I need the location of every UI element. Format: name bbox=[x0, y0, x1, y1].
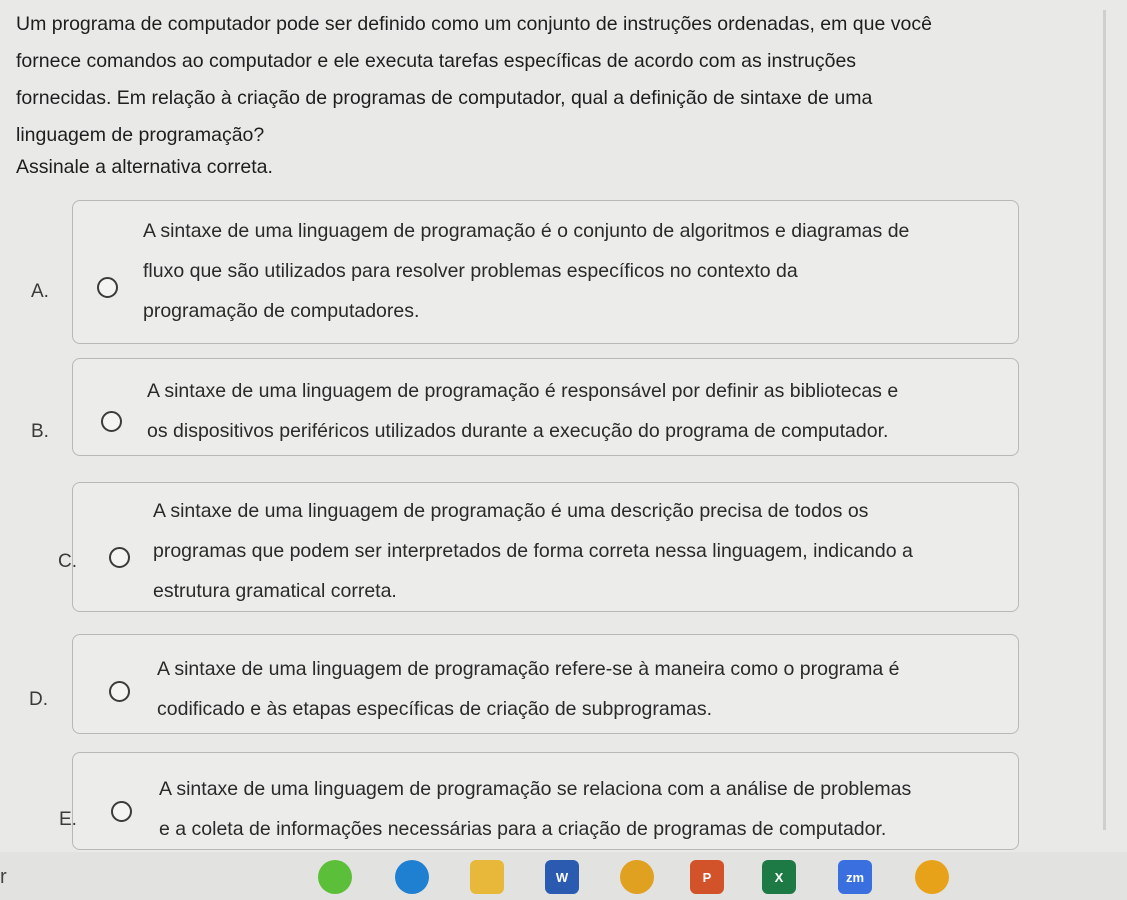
option-letter: C. bbox=[58, 551, 77, 572]
green-app-icon[interactable] bbox=[318, 860, 352, 894]
word-icon[interactable]: W bbox=[545, 860, 579, 894]
radio-button-a[interactable] bbox=[97, 277, 118, 298]
question-text: Um programa de computador pode ser defin… bbox=[16, 6, 1056, 154]
radio-button-d[interactable] bbox=[109, 681, 130, 702]
option-b[interactable]: B. A sintaxe de uma linguagem de program… bbox=[31, 358, 1019, 456]
option-text: A sintaxe de uma linguagem de programaçã… bbox=[153, 500, 913, 602]
edge-text: r bbox=[0, 866, 7, 888]
edge-browser-icon[interactable] bbox=[395, 860, 429, 894]
question-line: linguagem de programação? bbox=[16, 124, 265, 146]
question-line: fornece comandos ao computador e ele exe… bbox=[16, 50, 857, 72]
zoom-icon[interactable]: zm bbox=[838, 860, 872, 894]
right-divider bbox=[1103, 10, 1106, 830]
option-c[interactable]: C. A sintaxe de uma linguagem de program… bbox=[58, 482, 1019, 612]
option-letter: B. bbox=[31, 421, 49, 442]
option-letter: A. bbox=[31, 281, 49, 302]
option-text: A sintaxe de uma linguagem de programaçã… bbox=[143, 220, 910, 322]
chrome-icon[interactable] bbox=[620, 860, 654, 894]
option-e[interactable]: E. A sintaxe de uma linguagem de program… bbox=[59, 752, 1019, 850]
option-a[interactable]: A. A sintaxe de uma linguagem de program… bbox=[31, 200, 1019, 344]
powerpoint-icon[interactable]: P bbox=[690, 860, 724, 894]
option-d[interactable]: D. A sintaxe de uma linguagem de program… bbox=[29, 634, 1019, 734]
radio-button-e[interactable] bbox=[111, 801, 132, 822]
question-line: fornecidas. Em relação à criação de prog… bbox=[16, 87, 873, 109]
question-line: Um programa de computador pode ser defin… bbox=[16, 13, 932, 35]
excel-icon[interactable]: X bbox=[762, 860, 796, 894]
chrome-canary-icon[interactable] bbox=[915, 860, 949, 894]
option-letter: D. bbox=[29, 689, 48, 710]
option-text: A sintaxe de uma linguagem de programaçã… bbox=[147, 380, 899, 442]
radio-button-c[interactable] bbox=[109, 547, 130, 568]
instruction-text: Assinale a alternativa correta. bbox=[16, 156, 273, 178]
option-text: A sintaxe de uma linguagem de programaçã… bbox=[157, 658, 900, 720]
radio-button-b[interactable] bbox=[101, 411, 122, 432]
option-text: A sintaxe de uma linguagem de programaçã… bbox=[159, 778, 912, 840]
option-letter: E. bbox=[59, 809, 77, 830]
file-explorer-icon[interactable] bbox=[470, 860, 504, 894]
